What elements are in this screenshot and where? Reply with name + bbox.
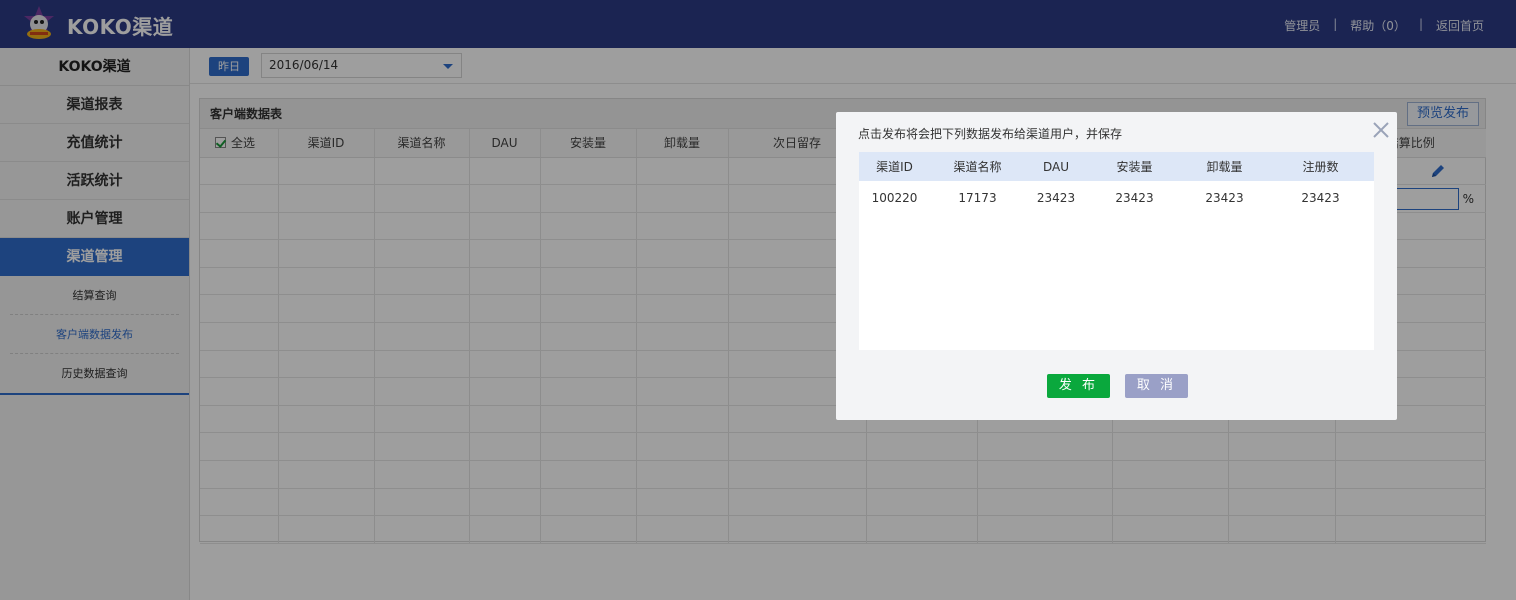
dialog-column-header: 安装量 [1087, 152, 1182, 181]
dialog-cell: 23423 [1115, 191, 1154, 205]
dialog-column-header: 渠道ID [859, 152, 930, 181]
dialog-cell: 23423 [1205, 191, 1244, 205]
dialog-column-header: 渠道名称 [930, 152, 1025, 181]
cancel-button[interactable]: 取 消 [1125, 374, 1188, 398]
dialog-cell: 17173 [958, 191, 997, 205]
dialog-column-header: DAU [1025, 152, 1087, 181]
dialog-cell: 23423 [1301, 191, 1340, 205]
dialog-column-header: 卸载量 [1182, 152, 1267, 181]
dialog-message: 点击发布将会把下列数据发布给渠道用户，并保存 [858, 127, 1123, 141]
dialog-cell: 100220 [871, 191, 918, 205]
dialog-column-header: 注册数 [1267, 152, 1374, 181]
dialog-table-row: 100220 17173 23423 23423 23423 23423 [859, 181, 1374, 215]
dialog-cell: 23423 [1036, 191, 1076, 205]
dialog-table-container: 渠道ID 渠道名称 DAU 安装量 卸载量 注册数 100220 17173 2… [859, 152, 1374, 350]
close-icon[interactable] [1371, 120, 1391, 140]
publish-confirm-dialog: 点击发布将会把下列数据发布给渠道用户，并保存 渠道ID 渠道名称 DAU 安装量… [836, 112, 1397, 420]
dialog-data-table: 渠道ID 渠道名称 DAU 安装量 卸载量 注册数 100220 17173 2… [859, 152, 1374, 215]
publish-button[interactable]: 发 布 [1047, 374, 1110, 398]
dialog-table-header-row: 渠道ID 渠道名称 DAU 安装量 卸载量 注册数 [859, 152, 1374, 181]
